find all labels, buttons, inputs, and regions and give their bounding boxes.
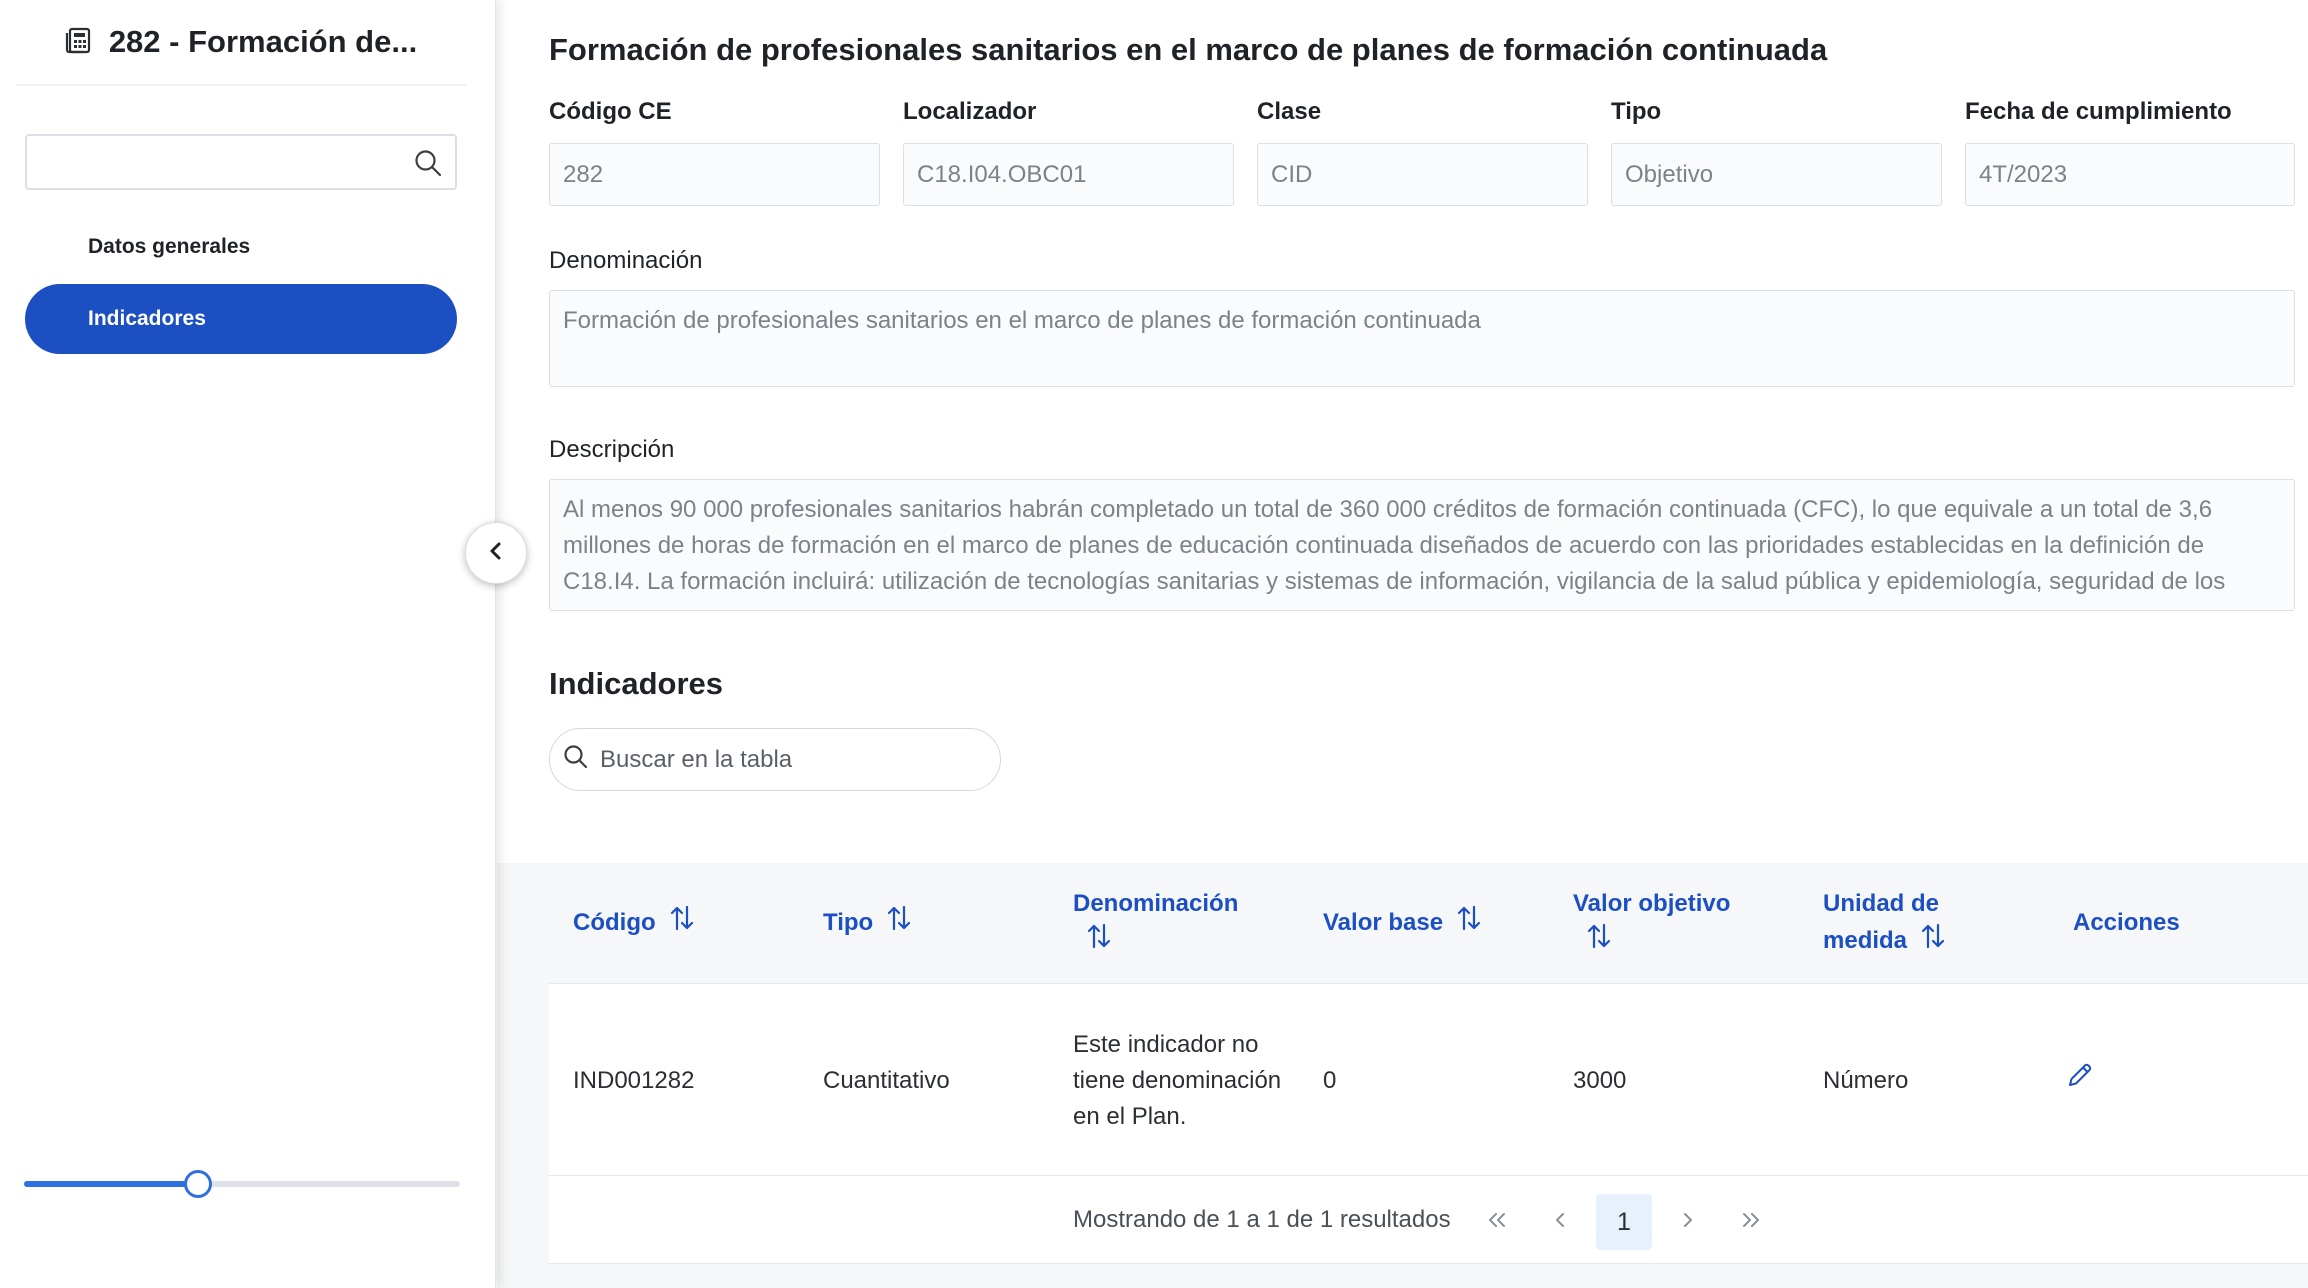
cell-valor-base: 0 — [1323, 1066, 1337, 1094]
column-denominacion[interactable]: Denominación — [1073, 863, 1273, 983]
table-header: Código Tipo Denominación Valor base Valo… — [549, 863, 2308, 983]
table-row: IND001282 Cuantitativo Este indicador no… — [549, 983, 2308, 1176]
descripcion-field[interactable]: Al menos 90 000 profesionales sanitarios… — [549, 479, 2295, 611]
fecha-cumplimiento-label: Fecha de cumplimiento — [1965, 98, 2232, 125]
column-valor-objetivo[interactable]: Valor objetivo — [1573, 863, 1773, 983]
tipo-field[interactable]: Objetivo — [1611, 143, 1942, 206]
page-title: Formación de profesionales sanitarios en… — [549, 32, 1828, 67]
clase-label: Clase — [1257, 98, 1322, 125]
denominacion-label: Denominación — [549, 247, 703, 274]
calculator-icon — [65, 26, 93, 59]
pagination-summary: Mostrando de 1 a 1 de 1 resultados — [1073, 1206, 1451, 1233]
sort-icon[interactable] — [885, 904, 913, 943]
column-unidad-label-line1: Unidad de — [1823, 889, 1940, 917]
main-content: Formación de profesionales sanitarios en… — [497, 0, 2308, 1288]
first-page-button[interactable] — [1469, 1194, 1525, 1250]
sort-icon[interactable] — [1585, 922, 1613, 961]
zoom-slider[interactable] — [24, 1170, 460, 1198]
indicadores-table: Código Tipo Denominación Valor base Valo… — [497, 863, 2308, 1288]
tipo-label: Tipo — [1611, 98, 1662, 125]
denominacion-field[interactable]: Formación de profesionales sanitarios en… — [549, 290, 2295, 387]
fecha-cumplimiento-field[interactable]: 4T/2023 — [1965, 143, 2295, 206]
sort-icon[interactable] — [1455, 904, 1483, 943]
column-acciones: Acciones — [2073, 909, 2180, 936]
chevrons-left-icon — [1485, 1210, 1509, 1235]
codigo-ce-field[interactable]: 282 — [549, 143, 880, 206]
clase-field[interactable]: CID — [1257, 143, 1588, 206]
collapse-sidebar-button[interactable] — [465, 522, 527, 584]
search-icon — [413, 148, 443, 183]
column-tipo[interactable]: Tipo — [823, 863, 913, 983]
column-unidad-medida[interactable]: Unidad de medida — [1823, 863, 2043, 983]
column-unidad-label-line2: medida — [1823, 927, 1908, 954]
localizador-label: Localizador — [903, 98, 1037, 125]
sidebar-header: 282 - Formación de... — [16, 0, 466, 86]
last-page-button[interactable] — [1723, 1194, 1779, 1250]
sort-icon[interactable] — [668, 904, 696, 943]
column-codigo-label: Código — [573, 909, 656, 936]
cell-codigo: IND001282 — [573, 1066, 695, 1094]
sidebar-search-input[interactable] — [25, 134, 457, 190]
column-valor-base-label: Valor base — [1323, 909, 1444, 936]
cell-valor-objetivo: 3000 — [1573, 1066, 1627, 1094]
search-icon — [562, 743, 590, 776]
zoom-slider-fill — [24, 1181, 199, 1187]
codigo-ce-label: Código CE — [549, 98, 672, 125]
zoom-slider-thumb[interactable] — [184, 1170, 213, 1198]
column-tipo-label: Tipo — [823, 909, 874, 936]
previous-page-button[interactable] — [1532, 1194, 1588, 1250]
descripcion-label: Descripción — [549, 436, 675, 463]
chevrons-right-icon — [1739, 1210, 1763, 1235]
sidebar: 282 - Formación de... Datos generales In… — [0, 0, 496, 1288]
page-button-current[interactable]: 1 — [1596, 1194, 1652, 1250]
edit-button[interactable] — [2065, 984, 2095, 1177]
column-codigo[interactable]: Código — [573, 863, 696, 983]
cell-unidad: Número — [1823, 1066, 1909, 1094]
pagination: Mostrando de 1 a 1 de 1 resultados 1 — [549, 1176, 2308, 1264]
pencil-icon — [2065, 1060, 2095, 1101]
chevron-left-icon — [486, 541, 506, 566]
next-page-button[interactable] — [1660, 1194, 1716, 1250]
table-search-input[interactable] — [600, 745, 980, 774]
column-valor-objetivo-label: Valor objetivo — [1573, 889, 1731, 917]
localizador-field[interactable]: C18.I04.OBC01 — [903, 143, 1234, 206]
cell-denominacion: Este indicador no tiene denominación en … — [1073, 1030, 1282, 1130]
column-valor-base[interactable]: Valor base — [1323, 863, 1483, 983]
sort-icon[interactable] — [1085, 922, 1113, 961]
chevron-right-icon — [1678, 1210, 1698, 1235]
sidebar-title: 282 - Formación de... — [108, 24, 418, 59]
sidebar-item-indicadores[interactable]: Indicadores — [25, 284, 457, 354]
indicadores-title: Indicadores — [549, 666, 723, 701]
sidebar-item-datos-generales[interactable]: Datos generales — [25, 212, 457, 282]
column-denominacion-label: Denominación — [1073, 889, 1239, 917]
sort-icon[interactable] — [1919, 922, 1947, 961]
table-search[interactable] — [549, 728, 1001, 791]
cell-tipo: Cuantitativo — [823, 1066, 950, 1094]
chevron-left-icon — [1550, 1210, 1570, 1235]
